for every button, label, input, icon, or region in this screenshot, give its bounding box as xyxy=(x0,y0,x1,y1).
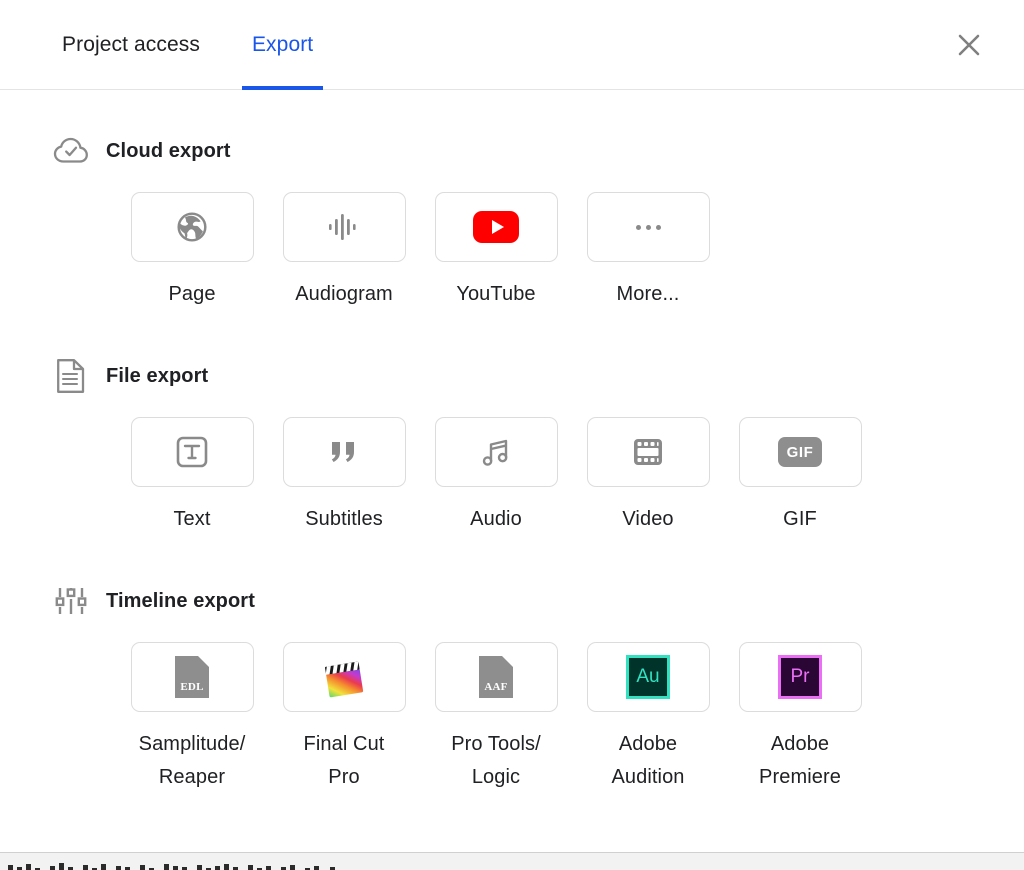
music-note-icon xyxy=(482,439,508,466)
tile-label: YouTube xyxy=(456,283,536,305)
export-dialog: Project access Export Cloud export Page … xyxy=(0,0,1024,870)
final-cut-pro-icon xyxy=(325,661,364,698)
tile-label: Audiogram xyxy=(295,283,393,305)
globe-icon xyxy=(177,212,207,242)
tile-icon-box xyxy=(434,192,558,262)
tile-label: Subtitles xyxy=(305,508,383,530)
text-t-icon xyxy=(176,436,208,468)
export-tile-audiogram[interactable]: Audiogram xyxy=(268,192,420,311)
section-header: Cloud export xyxy=(52,132,1024,170)
export-tile-text[interactable]: Text xyxy=(116,417,268,536)
section-header: File export xyxy=(52,357,1024,395)
section-header: Timeline export xyxy=(52,582,1024,620)
adobe-audition-icon: Au xyxy=(626,655,670,699)
tile-icon-box xyxy=(130,417,254,487)
waveform-icon xyxy=(329,214,356,240)
export-tile-subtitles[interactable]: Subtitles xyxy=(268,417,420,536)
close-icon xyxy=(958,34,980,56)
waveform-peek-icon xyxy=(8,863,335,870)
edl-file-icon: EDL xyxy=(175,656,209,698)
youtube-icon xyxy=(473,211,519,243)
export-tile-adobe-premiere[interactable]: Pr Adobe Premiere xyxy=(724,642,876,794)
export-tile-gif[interactable]: GIF GIF xyxy=(724,417,876,536)
tile-icon-box xyxy=(434,417,558,487)
export-tile-audio[interactable]: Audio xyxy=(420,417,572,536)
filmstrip-icon xyxy=(634,439,662,465)
tab-label: Project access xyxy=(62,33,200,56)
dialog-tabbar: Project access Export xyxy=(0,0,1024,90)
gif-badge-icon: GIF xyxy=(778,437,822,467)
export-tile-samplitude-reaper[interactable]: EDL Samplitude/ Reaper xyxy=(116,642,268,794)
tile-label: Text xyxy=(173,508,211,530)
tile-label: Adobe Premiere xyxy=(759,733,841,788)
tile-icon-box xyxy=(130,192,254,262)
section-cloud-export: Cloud export Page Audiogram YouTube More… xyxy=(0,132,1024,311)
tab-export[interactable]: Export xyxy=(241,0,324,90)
export-tile-more[interactable]: More... xyxy=(572,192,724,311)
tile-icon-box xyxy=(282,417,406,487)
tab-list: Project access Export xyxy=(0,0,355,90)
ellipsis-icon xyxy=(635,224,661,230)
sliders-icon xyxy=(52,582,90,620)
cloud-check-icon xyxy=(52,132,90,170)
tab-project-access[interactable]: Project access xyxy=(52,0,210,90)
tile-label: Audio xyxy=(470,508,522,530)
document-lines-icon xyxy=(52,357,90,395)
tile-icon-box: EDL xyxy=(130,642,254,712)
export-tile-page[interactable]: Page xyxy=(116,192,268,311)
section-title: Cloud export xyxy=(106,139,231,162)
quote-marks-icon xyxy=(331,442,354,462)
tile-label: Adobe Audition xyxy=(611,733,685,788)
section-timeline-export: Timeline export EDL Samplitude/ Reaper F… xyxy=(0,582,1024,794)
tile-icon-box xyxy=(282,642,406,712)
tab-label: Export xyxy=(251,33,314,56)
section-title: Timeline export xyxy=(106,589,255,612)
tile-label: GIF xyxy=(783,508,817,530)
export-tile-pro-tools-logic[interactable]: AAF Pro Tools/ Logic xyxy=(420,642,572,794)
adobe-premiere-icon: Pr xyxy=(778,655,822,699)
export-tile-final-cut-pro[interactable]: Final Cut Pro xyxy=(268,642,420,794)
tile-icon-box: Au xyxy=(586,642,710,712)
export-body: Cloud export Page Audiogram YouTube More… xyxy=(0,90,1024,870)
tile-icon-box xyxy=(586,417,710,487)
tile-label: Video xyxy=(622,508,674,530)
tile-label: Final Cut Pro xyxy=(303,733,385,788)
tile-label: Pro Tools/ Logic xyxy=(451,733,541,788)
tile-icon-box: GIF xyxy=(738,417,862,487)
tile-label: Page xyxy=(168,283,216,305)
tile-row-file: Text Subtitles Audio Video GIF GIF xyxy=(52,417,1024,536)
aaf-file-icon: AAF xyxy=(479,656,513,698)
export-tile-youtube[interactable]: YouTube xyxy=(420,192,572,311)
tile-label: Samplitude/ Reaper xyxy=(138,733,246,788)
close-button[interactable] xyxy=(948,24,990,66)
tile-icon-box xyxy=(282,192,406,262)
section-file-export: File export Text Subtitles Audio Video G… xyxy=(0,357,1024,536)
export-tile-adobe-audition[interactable]: Au Adobe Audition xyxy=(572,642,724,794)
tile-row-cloud: Page Audiogram YouTube More... xyxy=(52,192,1024,311)
background-waveform-strip xyxy=(0,852,1024,870)
section-title: File export xyxy=(106,364,209,387)
export-tile-video[interactable]: Video xyxy=(572,417,724,536)
tile-icon-box: AAF xyxy=(434,642,558,712)
tile-row-timeline: EDL Samplitude/ Reaper Final Cut Pro AAF… xyxy=(52,642,1024,794)
tile-label: More... xyxy=(616,283,680,305)
tile-icon-box xyxy=(586,192,710,262)
tile-icon-box: Pr xyxy=(738,642,862,712)
